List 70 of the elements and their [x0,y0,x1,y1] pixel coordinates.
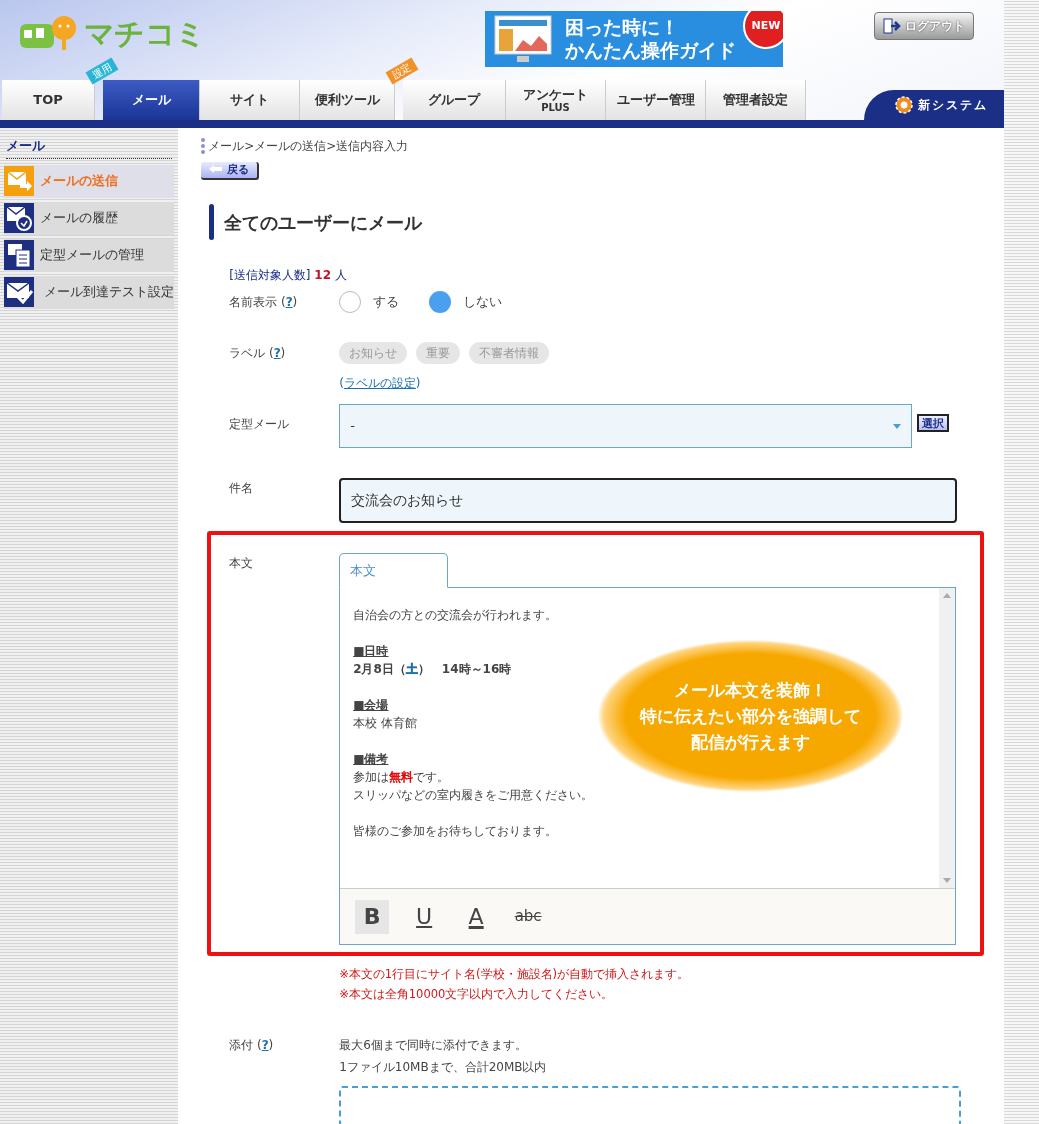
guide-banner[interactable]: 困った時に！ かんたん操作ガイド NEW [485,11,783,67]
document-icon [4,240,34,270]
help-link[interactable]: ? [273,344,281,362]
body-text: 自治会の方との交流会が行われます。 [353,607,558,624]
select-button[interactable]: 選択 [917,414,950,432]
editor-tab[interactable]: 本文 [339,553,449,588]
field-label: 件名 [229,480,255,497]
field-label: 定型メール [229,416,291,433]
radio-button[interactable] [429,291,452,313]
envelope-check-icon [4,277,34,307]
body-text: スリッパなどの室内履きをご用意ください。 [353,787,594,804]
sidebar-item[interactable]: メール到達テスト設定 [4,275,175,309]
field-label: ラベル (?) [229,343,287,364]
nav-tab[interactable]: 便利ツール [300,80,395,120]
help-link[interactable]: ? [261,1036,269,1054]
radio-option[interactable]: しない [429,291,503,313]
help-link[interactable]: ? [285,293,293,311]
sidebar-heading: メール [6,136,173,159]
nav-tab[interactable]: グループ [403,80,506,120]
gear-icon [894,95,914,115]
field-label: 添付 (?) [229,1036,275,1054]
body-text: 皆様のご参加をお待ちしております。 [353,823,558,840]
bold-button[interactable]: B [355,899,390,934]
nav-tab[interactable]: TOP [2,80,95,120]
body-text: 参加は無料です。 [353,769,450,786]
body-text: 2月8日（土） 14時～16時 [353,661,512,678]
callout-text: 特に伝えたい部分を強調して [640,705,862,728]
body-text: 本校 体育館 [353,715,417,732]
field-label: 名前表示 (?) [229,292,299,313]
dropdown-caret-icon [893,423,902,429]
nav-tab[interactable]: メール [103,80,200,120]
template-select[interactable]: - [339,404,913,448]
radio-option[interactable]: する [339,291,400,313]
section-heading: ■日時 [353,643,389,660]
logo-text: マチコミ [84,19,205,49]
nav-tab[interactable]: サイト [200,80,300,120]
warning-note: ※本文の1行目にサイト名(学校・施設名)が自動で挿入されます。 [339,966,691,982]
exit-icon [883,18,901,34]
label-settings-link[interactable]: ラベルの設定 [343,376,416,390]
callout-text: 配信が行えます [691,731,811,754]
callout-text: メール本文を装飾！ [674,679,828,702]
subject-field[interactable]: 交流会のお知らせ [339,478,958,523]
attachment-note: 最大6個まで同時に添付できます。 [339,1037,527,1054]
breadcrumb: メール>メールの送信>送信内容入力 [201,138,985,154]
nav-tab[interactable]: アンケート PLUS [506,80,606,120]
new-badge: NEW [743,11,783,49]
warning-note: ※本文は全角10000文字以内で入力してください。 [339,986,615,1002]
new-system-link[interactable]: 新システム [864,90,1004,120]
return-arrow-icon [209,165,224,175]
section-heading: ■備考 [353,751,389,768]
attachment-note: 1ファイル10MBまで、合計20MB以内 [339,1059,547,1076]
envelope-clock-icon [4,203,34,233]
label-settings-text: (ラベルの設定) [339,375,422,392]
nav-tab[interactable]: 管理者設定 [706,80,806,120]
field-label: 本文 [229,555,255,572]
strikethrough-button[interactable]: abc [511,899,546,934]
text-color-button[interactable]: A [459,899,494,934]
file-drop-zone[interactable] [339,1086,962,1124]
tab-sublabel: PLUS [541,103,570,114]
sidebar-item[interactable]: メールの履歴 [4,201,175,235]
page-title: 全てのユーザーにメール [224,210,423,235]
back-button[interactable]: 戻る [201,162,260,180]
banner-text: かんたん操作ガイド [565,39,736,62]
banner-text: 困った時に！ [565,16,680,39]
nav-tab[interactable]: ユーザー管理 [606,80,706,120]
radio-button[interactable] [339,291,362,313]
monitor-icon [493,14,553,64]
sidebar-item[interactable]: 定型メールの管理 [4,238,175,272]
recipient-count: [送信対象人数] 12 人 [229,267,348,284]
underline-button[interactable]: U [407,899,442,934]
